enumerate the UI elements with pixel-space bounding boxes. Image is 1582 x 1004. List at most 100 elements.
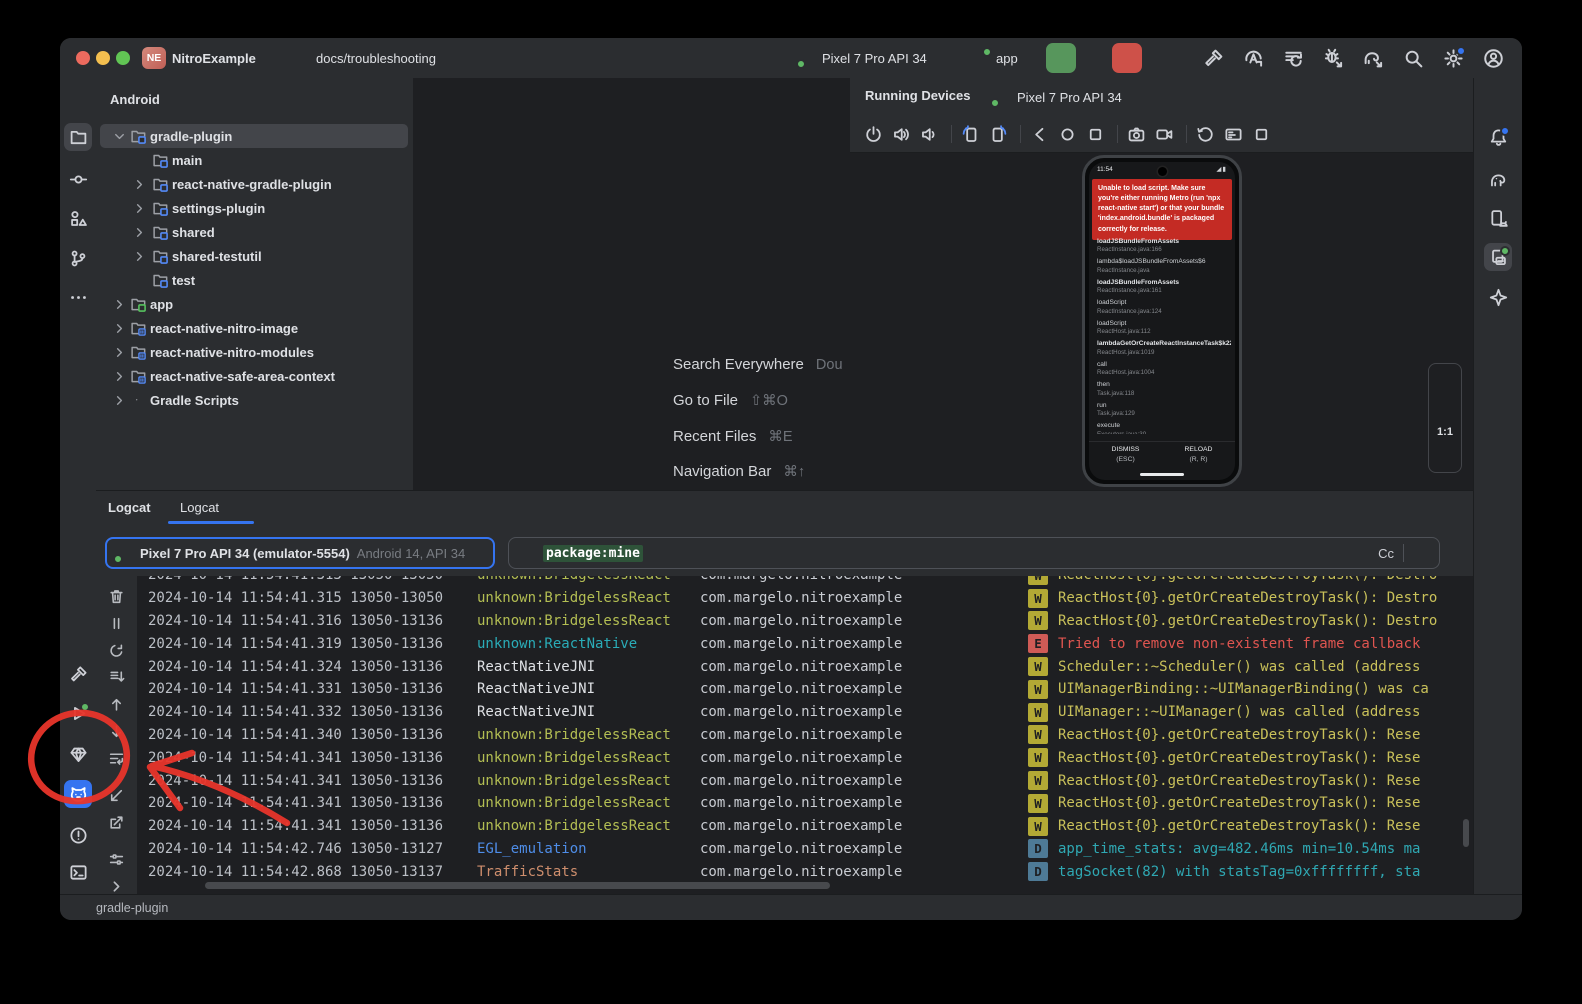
- power-icon[interactable]: [864, 125, 883, 144]
- chev-down-icon[interactable]: [112, 129, 127, 144]
- rerun-button[interactable]: [1046, 43, 1076, 73]
- stripe-item-run-play[interactable]: [64, 699, 92, 727]
- tree-item-shared[interactable]: shared: [96, 220, 413, 244]
- tree-item-main[interactable]: main: [96, 148, 413, 172]
- emulator-screen[interactable]: 11:54 ◢▮ Unable to load script. Make sur…: [1089, 162, 1235, 480]
- settings-gear-icon[interactable]: [1443, 48, 1464, 69]
- rn-error-button-reload[interactable]: RELOAD(R, R): [1162, 442, 1235, 468]
- zoom-out-icon[interactable]: [1437, 398, 1453, 414]
- profile-user-icon[interactable]: [1483, 48, 1504, 69]
- tree-item-shared-testutil[interactable]: shared-testutil: [96, 244, 413, 268]
- chev-right-icon[interactable]: [132, 249, 147, 264]
- trash-icon[interactable]: [108, 588, 125, 605]
- tree-item-test[interactable]: test: [96, 268, 413, 292]
- restart-icon[interactable]: [108, 642, 125, 659]
- project-view-selector[interactable]: Android: [110, 90, 183, 108]
- branch-selector[interactable]: docs/troubleshooting: [292, 38, 456, 78]
- zoom-ratio-button[interactable]: 1:1: [1437, 426, 1453, 438]
- reader-mode-icon[interactable]: [1494, 901, 1508, 915]
- tree-item-react-native-nitro-image[interactable]: react-native-nitro-image: [96, 316, 413, 340]
- layout-icon[interactable]: [1395, 89, 1413, 107]
- tree-item-app[interactable]: app: [96, 292, 413, 316]
- stripe-item-resource-manager[interactable]: [64, 204, 92, 232]
- vertical-scrollbar[interactable]: [1463, 819, 1469, 847]
- tree-item-gradle-plugin[interactable]: gradle-plugin: [96, 124, 413, 148]
- stripe-item-notifications-bell[interactable]: [1484, 123, 1512, 151]
- rotate-left-icon[interactable]: [961, 125, 980, 144]
- horizontal-scrollbar[interactable]: [205, 882, 830, 889]
- hide-panel-icon[interactable]: [1450, 89, 1468, 107]
- log-list-viewport[interactable]: 2024-10-14 11:54:41.313 13050-13050unkno…: [137, 576, 1465, 882]
- zoom-in-icon[interactable]: [1437, 370, 1453, 386]
- more-vertical-icon[interactable]: [1423, 89, 1441, 107]
- tree-item-settings-plugin[interactable]: settings-plugin: [96, 196, 413, 220]
- device-selector[interactable]: Pixel 7 Pro API 34: [798, 38, 947, 78]
- favorite-star-icon[interactable]: [1413, 544, 1431, 562]
- debug-button[interactable]: [1080, 43, 1110, 73]
- back-icon[interactable]: [1030, 125, 1049, 144]
- tree-item-react-native-gradle-plugin[interactable]: react-native-gradle-plugin: [96, 172, 413, 196]
- gradle-sync-icon[interactable]: [1363, 48, 1384, 69]
- tree-item-react-native-safe-area-context[interactable]: react-native-safe-area-context: [96, 364, 413, 388]
- more-vert-icon[interactable]: [1252, 125, 1271, 144]
- rotate-right-icon[interactable]: [989, 125, 1008, 144]
- search-icon[interactable]: [1403, 48, 1424, 69]
- arrow-up-icon[interactable]: [108, 696, 125, 713]
- export-icon[interactable]: [108, 814, 125, 831]
- pause-icon[interactable]: [108, 615, 125, 632]
- chev-right-icon[interactable]: [132, 225, 147, 240]
- chev-right-icon[interactable]: [112, 393, 127, 408]
- stripe-item-gradle-elephant[interactable]: [1484, 165, 1512, 193]
- filter-query-value[interactable]: package:mine: [543, 545, 643, 562]
- logcat-device-selector[interactable]: Pixel 7 Pro API 34 (emulator-5554) Andro…: [105, 537, 495, 569]
- stripe-item-logcat-cat[interactable]: [64, 780, 92, 808]
- snippets-icon[interactable]: [1224, 125, 1243, 144]
- arrow-down-icon[interactable]: [108, 723, 125, 740]
- match-case-toggle[interactable]: Cc: [1378, 546, 1394, 561]
- run-configuration-selector[interactable]: app: [972, 38, 1038, 78]
- scroll-end-icon[interactable]: [108, 669, 125, 686]
- maximize-window-button[interactable]: [116, 51, 130, 65]
- clear-filter-icon[interactable]: [1355, 546, 1369, 560]
- new-tab-plus-icon[interactable]: [1160, 89, 1178, 107]
- close-window-button[interactable]: [76, 51, 90, 65]
- more-vertical-icon[interactable]: [1413, 498, 1431, 516]
- stripe-item-problems[interactable]: [64, 821, 92, 849]
- stripe-item-project-folder[interactable]: [64, 123, 92, 151]
- more-run-actions-button[interactable]: [1148, 43, 1178, 73]
- stop-button[interactable]: [1112, 43, 1142, 73]
- stripe-item-app-quality-diamond[interactable]: [64, 740, 92, 768]
- zoom-fit-icon[interactable]: [1437, 450, 1453, 466]
- stripe-item-build-hammer[interactable]: [64, 660, 92, 688]
- tree-item-react-native-nitro-modules[interactable]: react-native-nitro-modules: [96, 340, 413, 364]
- chev-right-icon[interactable]: [112, 321, 127, 336]
- emulator-phone[interactable]: 11:54 ◢▮ Unable to load script. Make sur…: [1082, 155, 1242, 487]
- stripe-item-commit[interactable]: [64, 165, 92, 193]
- stripe-item-vcs-graph[interactable]: [64, 244, 92, 272]
- chev-right-icon[interactable]: [132, 201, 147, 216]
- logcat-filter-field[interactable]: package:mine Cc: [508, 537, 1440, 569]
- hide-panel-icon[interactable]: [1441, 498, 1459, 516]
- screen-record-icon[interactable]: [1155, 125, 1174, 144]
- resize-zoom-icon[interactable]: [1439, 125, 1457, 143]
- volume-down-icon[interactable]: [920, 125, 939, 144]
- chev-right-icon[interactable]: [112, 297, 127, 312]
- stripe-item-more-horizontal[interactable]: [64, 283, 92, 311]
- project-selector[interactable]: NitroExample: [172, 38, 276, 78]
- stripe-item-gemini-sparkle[interactable]: [1484, 283, 1512, 311]
- stripe-item-terminal[interactable]: [64, 858, 92, 886]
- overview-icon[interactable]: [1086, 125, 1105, 144]
- rn-error-button-dismiss[interactable]: DISMISS(ESC): [1089, 442, 1162, 468]
- profiler-bug-icon[interactable]: [1323, 48, 1344, 69]
- chev-right-icon[interactable]: [132, 177, 147, 192]
- chev-right-icon[interactable]: [112, 345, 127, 360]
- screenshot-camera-icon[interactable]: [1127, 125, 1146, 144]
- help-icon[interactable]: [1452, 543, 1470, 561]
- close-icon[interactable]: [228, 502, 240, 514]
- device-tab[interactable]: Pixel 7 Pro API 34: [992, 78, 1142, 116]
- chev-right-icon[interactable]: [112, 369, 127, 384]
- stripe-item-running-devices[interactable]: [1484, 243, 1512, 271]
- filter-funnel-icon[interactable]: [517, 544, 535, 562]
- device-reset-icon[interactable]: [1196, 125, 1215, 144]
- volume-up-icon[interactable]: [892, 125, 911, 144]
